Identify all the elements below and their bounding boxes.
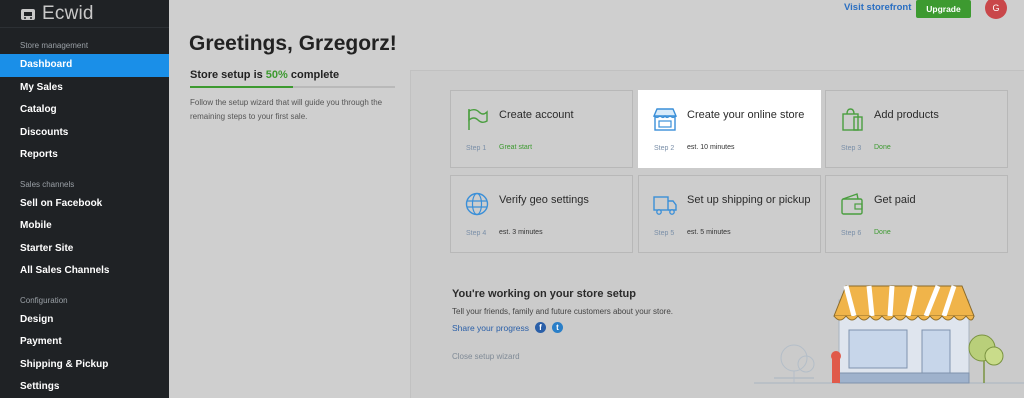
facebook-icon[interactable]: f [535, 322, 547, 333]
sidebar-item-catalog[interactable]: Catalog [0, 99, 169, 122]
share-row: Share your progress f t [452, 322, 564, 333]
progress-title: Store setup is 50% complete [190, 69, 339, 81]
step-card-get-paid[interactable]: Get paid Step 6 Done [825, 175, 1008, 253]
upgrade-button[interactable]: Upgrade [916, 0, 971, 18]
sidebar-item-all-sales-channels[interactable]: All Sales Channels [0, 260, 169, 283]
sidebar-item-my-sales[interactable]: My Sales [0, 77, 169, 100]
progress-prefix: Store setup is [190, 69, 266, 81]
logo[interactable]: Ecwid [0, 0, 169, 28]
promo-title: You're working on your store setup [452, 288, 636, 300]
share-progress-link[interactable]: Share your progress [452, 323, 529, 333]
step-card-create-online-store[interactable]: Create your online store Step 2 est. 10 … [638, 90, 821, 168]
promo-text: Tell your friends, family and future cus… [452, 307, 673, 316]
step-status: Great start [499, 144, 533, 151]
step-card-verify-geo[interactable]: Verify geo settings Step 4 est. 3 minute… [450, 175, 633, 253]
step-title: Get paid [874, 194, 916, 206]
sidebar-item-dashboard[interactable]: Dashboard [0, 54, 169, 77]
sidebar-item-starter-site[interactable]: Starter Site [0, 238, 169, 261]
sidebar-item-payment[interactable]: Payment [0, 331, 169, 354]
sidebar-item-settings[interactable]: Settings [0, 376, 169, 398]
close-setup-wizard-link[interactable]: Close setup wizard [452, 352, 520, 361]
sidebar-item-mobile[interactable]: Mobile [0, 215, 169, 238]
step-card-create-account[interactable]: Create account Step 1 Great start [450, 90, 633, 168]
sidebar-item-discounts[interactable]: Discounts [0, 122, 169, 145]
sidebar-item-shipping-pickup[interactable]: Shipping & Pickup [0, 354, 169, 377]
step-number: Step 6 [841, 230, 862, 237]
sidebar: Ecwid Store management Dashboard My Sale… [0, 0, 169, 398]
progress-percent: 50% [265, 69, 288, 81]
step-title: Add products [874, 109, 939, 121]
section-label-configuration: Configuration [20, 295, 68, 305]
step-number: Step 2 [654, 145, 675, 152]
main-content: Visit storefront Upgrade G Greetings, Gr… [169, 0, 1024, 398]
truck-icon [653, 196, 677, 215]
avatar[interactable]: G [985, 0, 1007, 19]
step-status: Done [874, 229, 891, 236]
section-label-store-management: Store management [20, 41, 89, 50]
step-estimate: est. 5 minutes [687, 229, 731, 236]
step-number: Step 3 [841, 145, 862, 152]
cart-icon [21, 8, 35, 20]
twitter-icon[interactable]: t [552, 322, 564, 333]
step-status: Done [874, 144, 891, 151]
progress-bar [190, 86, 395, 88]
sidebar-item-reports[interactable]: Reports [0, 144, 169, 167]
step-number: Step 5 [654, 230, 675, 237]
step-title: Create your online store [687, 109, 805, 121]
top-bar: Visit storefront Upgrade G [169, 0, 1024, 20]
storefront-illustration [754, 285, 1024, 384]
globe-icon [465, 192, 489, 216]
wallet-icon [841, 193, 863, 215]
step-card-shipping-pickup[interactable]: Set up shipping or pickup Step 5 est. 5 … [638, 175, 821, 253]
step-estimate: est. 10 minutes [687, 144, 735, 151]
step-title: Set up shipping or pickup [687, 194, 811, 206]
progress-bar-fill [190, 86, 293, 88]
step-estimate: est. 3 minutes [499, 229, 543, 236]
progress-suffix: complete [287, 69, 340, 81]
shopping-bag-icon [842, 108, 863, 131]
page-title: Greetings, Grzegorz! [189, 32, 397, 55]
step-title: Create account [499, 109, 574, 121]
step-card-add-products[interactable]: Add products Step 3 Done [825, 90, 1008, 168]
sidebar-item-sell-on-facebook[interactable]: Sell on Facebook [0, 193, 169, 216]
section-label-sales-channels: Sales channels [20, 179, 75, 189]
step-number: Step 1 [466, 145, 487, 152]
sidebar-item-design[interactable]: Design [0, 309, 169, 332]
visit-storefront-link[interactable]: Visit storefront [844, 2, 911, 13]
step-number: Step 4 [466, 230, 487, 237]
storefront-icon [652, 108, 678, 131]
progress-description: Follow the setup wizard that will guide … [190, 98, 383, 121]
logo-text: Ecwid [42, 2, 94, 24]
step-title: Verify geo settings [499, 194, 589, 206]
flag-icon [468, 109, 488, 130]
